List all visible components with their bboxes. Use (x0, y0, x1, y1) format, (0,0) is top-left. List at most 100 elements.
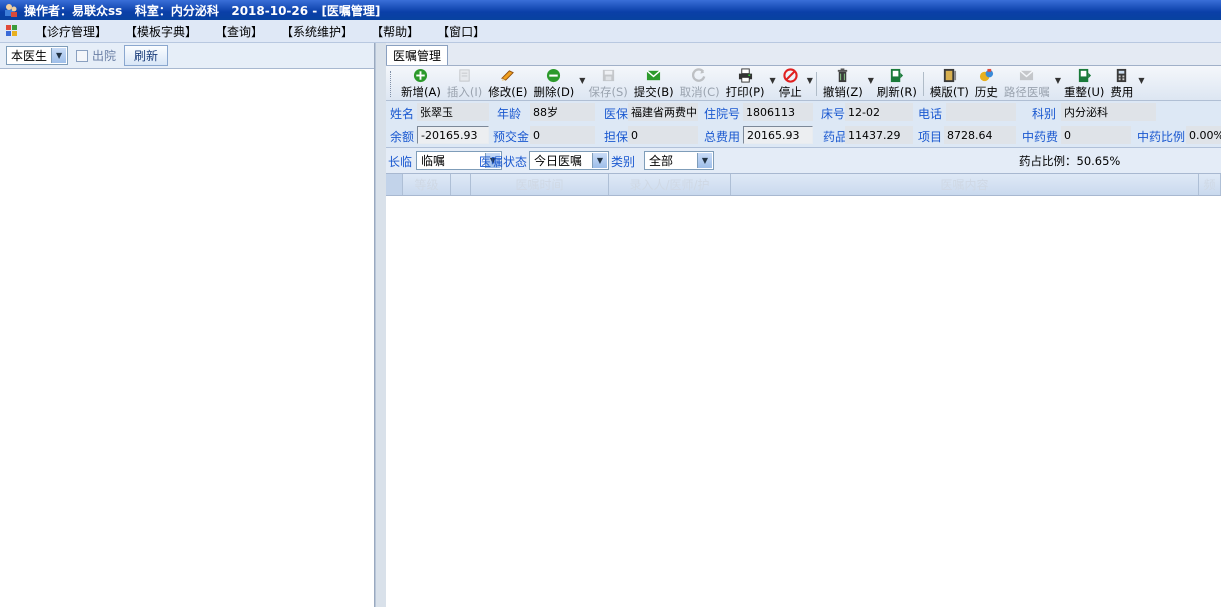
refresh-icon (891, 68, 904, 83)
edit-label: 修改(E) (488, 85, 528, 99)
delete-icon (547, 68, 561, 83)
stop-dropdown-icon[interactable]: ▼ (807, 76, 813, 85)
submit-icon (646, 70, 661, 81)
bed-label: 床号 (821, 107, 846, 121)
refresh-button[interactable]: 刷新(R) (874, 67, 920, 100)
order-status-select[interactable]: 今日医嘱 ▼ (529, 151, 609, 170)
tcm-fee-label: 中药费 (1022, 130, 1059, 144)
discharged-checkbox[interactable]: 出院 (76, 47, 116, 64)
stop-button[interactable]: 停止 (776, 67, 805, 100)
tcm-fee-value: 0 (1061, 126, 1131, 144)
item-fee-label: 项目 (918, 130, 943, 144)
revoke-button[interactable]: 撤销(Z) (820, 67, 866, 100)
template-button[interactable]: 模版(T) (927, 67, 972, 100)
chevron-down-icon[interactable]: ▼ (697, 153, 712, 168)
tcm-ratio-value: 0.00% (1186, 126, 1221, 144)
print-label: 打印(P) (725, 85, 765, 99)
discharged-label: 出院 (92, 49, 117, 63)
grid-header-frequency[interactable]: 频 (1199, 174, 1221, 195)
term-label: 长临 (388, 155, 413, 169)
add-icon (414, 68, 428, 83)
print-icon (738, 68, 752, 83)
insurance-label: 医保 (604, 107, 629, 121)
order-status-value: 今日医嘱 (534, 154, 583, 168)
doctor-select-value: 本医生 (11, 49, 48, 63)
bed-value: 12-02 (845, 103, 913, 121)
app-icon (5, 4, 17, 17)
admission-no-label: 住院号 (704, 107, 741, 121)
guarantee-value: 0 (628, 126, 698, 144)
tcm-ratio-label: 中药比例 (1137, 130, 1186, 144)
balance-label: 余额 (390, 130, 415, 144)
insert-button[interactable]: 插入(I) (444, 67, 485, 100)
reorganize-button[interactable]: 重整(U) (1061, 67, 1107, 100)
window-menu-icon[interactable] (6, 25, 18, 37)
category-value: 全部 (649, 154, 674, 168)
grid-header-entered-by[interactable]: 录入人/医师/护 (609, 174, 731, 195)
insert-icon (459, 69, 470, 82)
name-label: 姓名 (390, 107, 415, 121)
revoke-icon (838, 68, 848, 83)
patient-info-panel: 姓名 张翠玉 年龄 88岁 医保 福建省两费中 住院号 1806113 床号 1… (386, 101, 1221, 147)
category-select[interactable]: 全部 ▼ (644, 151, 714, 170)
cancel-button[interactable]: 取消(C) (677, 67, 723, 100)
window-title: 操作者：易联众ss 科室：内分泌科 2018-10-26 - [医嘱管理] (24, 3, 381, 18)
cancel-icon (692, 68, 706, 82)
print-button[interactable]: 打印(P) (723, 67, 768, 100)
save-label: 保存(S) (588, 85, 628, 99)
grid-select-all[interactable] (386, 174, 403, 195)
menu-window[interactable]: 【窗口】 (428, 23, 494, 40)
fee-icon (1117, 68, 1127, 83)
edit-button[interactable]: 修改(E) (485, 67, 530, 100)
patient-refresh-button[interactable]: 刷新 (124, 45, 169, 66)
phone-label: 电话 (918, 107, 943, 121)
pathway-icon (1019, 70, 1034, 81)
tab-strip: 医嘱管理 (386, 43, 1221, 66)
order-toolbar: 新增(A) 插入(I) 修改(E) 删除(D) ▼ 保存(S) 提交(B) 取消… (386, 66, 1221, 101)
tab-order-management[interactable]: 医嘱管理 (386, 45, 449, 65)
menu-query[interactable]: 【查询】 (206, 23, 272, 40)
grid-header-order-content[interactable]: 医嘱内容 (731, 174, 1199, 195)
save-button[interactable]: 保存(S) (585, 67, 630, 100)
patient-info-row-2: 余额 -20165.93 预交金 0 担保 0 总费用 20165.93 药品 … (386, 124, 1221, 147)
chevron-down-icon[interactable]: ▼ (51, 48, 67, 63)
drug-fee-value: 11437.29 (845, 126, 913, 144)
history-button[interactable]: 历史 (972, 67, 1001, 100)
term-select-value: 临嘱 (421, 154, 446, 168)
patient-list-toolbar: 本医生 ▼ 出院 刷新 (0, 43, 374, 69)
category-label: 类别 (611, 155, 636, 169)
order-grid-body[interactable] (386, 196, 1221, 566)
order-status-label: 医嘱状态 (479, 155, 528, 169)
template-label: 模版(T) (929, 85, 969, 99)
chevron-down-icon[interactable]: ▼ (592, 153, 607, 168)
fee-button[interactable]: 费用 (1107, 67, 1136, 100)
grid-header-level[interactable]: 等级 (403, 174, 451, 195)
toolbar-separator (922, 72, 924, 96)
toolbar-grip[interactable] (390, 71, 394, 97)
add-button[interactable]: 新增(A) (398, 67, 444, 100)
drug-ratio-value: 50.65% (1076, 154, 1121, 168)
patient-list[interactable] (0, 69, 374, 607)
submit-button[interactable]: 提交(B) (631, 67, 677, 100)
admission-no-value: 1806113 (743, 103, 813, 121)
add-label: 新增(A) (401, 85, 441, 99)
doctor-select[interactable]: 本医生 ▼ (6, 46, 69, 65)
menu-template-dict[interactable]: 【模板字典】 (116, 23, 206, 40)
item-fee-value: 8728.64 (944, 126, 1016, 144)
menu-diagnosis[interactable]: 【诊疗管理】 (26, 23, 116, 40)
drug-ratio: 药占比例：50.65% (1019, 153, 1120, 169)
menu-system-maintenance[interactable]: 【系统维护】 (272, 23, 362, 40)
grid-header-order-time[interactable]: 医嘱时间 (471, 174, 609, 195)
toolbar-separator (815, 72, 817, 96)
fee-dropdown-icon[interactable]: ▼ (1138, 76, 1144, 85)
window-title-bar: 操作者：易联众ss 科室：内分泌科 2018-10-26 - [医嘱管理] (0, 0, 1221, 20)
pathway-order-button[interactable]: 路径医嘱 (1001, 67, 1053, 100)
grid-header-blank[interactable] (451, 174, 471, 195)
delete-button[interactable]: 删除(D) (530, 67, 577, 100)
menu-bar: 【诊疗管理】 【模板字典】 【查询】 【系统维护】 【帮助】 【窗口】 (0, 20, 1221, 43)
checkbox-box[interactable] (76, 49, 89, 62)
history-icon (979, 68, 993, 82)
drug-fee-label: 药品 (823, 130, 848, 144)
menu-help[interactable]: 【帮助】 (362, 23, 428, 40)
drug-ratio-label: 药占比例： (1019, 154, 1077, 168)
